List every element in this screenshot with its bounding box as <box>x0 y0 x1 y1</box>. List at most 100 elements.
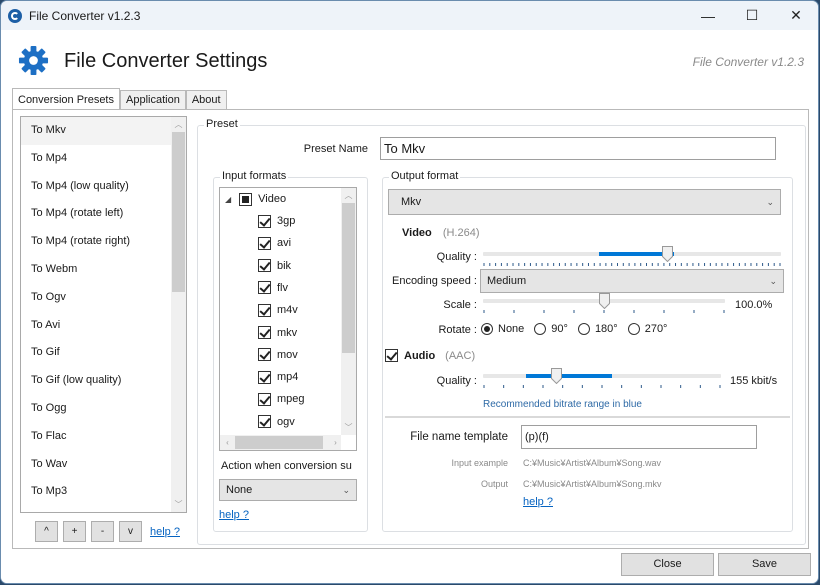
collapse-arrow-icon[interactable]: ◢ <box>225 195 231 204</box>
format-checkbox[interactable] <box>258 392 271 406</box>
audio-enabled-checkbox[interactable] <box>385 349 398 362</box>
tree-horizontal-scrollbar[interactable]: ‹ › <box>220 435 341 450</box>
preset-list-item[interactable]: To Flac <box>21 423 186 451</box>
slider-recommended-range <box>525 374 612 378</box>
format-checkbox[interactable] <box>258 326 271 339</box>
tree-row-format[interactable]: mpeg <box>258 388 305 410</box>
action-dropdown[interactable]: None ⌄ <box>219 479 357 501</box>
preset-list-item[interactable]: To Webm <box>21 256 186 284</box>
separator <box>385 416 790 418</box>
tree-row-format[interactable]: ogv <box>258 411 295 433</box>
preset-list-item[interactable]: To Mp4 <box>21 145 186 173</box>
filename-template-label: File name template <box>410 431 508 443</box>
format-label: mkv <box>277 326 298 339</box>
page-title: File Converter Settings <box>64 50 268 72</box>
video-category-checkbox[interactable] <box>239 192 253 206</box>
radio-button[interactable] <box>481 323 493 335</box>
window-title: File Converter v1.2.3 <box>29 8 141 23</box>
slider-thumb[interactable] <box>598 293 610 309</box>
format-checkbox[interactable] <box>258 348 271 362</box>
video-quality-slider[interactable] <box>483 246 781 268</box>
rotate-option[interactable]: 270° <box>627 323 667 335</box>
output-format-dropdown[interactable]: Mkv ⌄ <box>388 189 781 215</box>
input-help-link[interactable]: help ? <box>219 509 249 521</box>
tree-row-format[interactable]: mkv <box>258 322 297 344</box>
preset-list[interactable]: To Mkv To Mp4 To Mp4 (low quality) To Mp4 (… <box>20 116 187 513</box>
preset-list-item[interactable]: To Mp4 (rotate left) <box>21 200 186 228</box>
slider-thumb[interactable] <box>551 368 563 384</box>
tree-row-format[interactable]: m4v <box>258 299 298 321</box>
scroll-down-icon[interactable]: ﹀ <box>171 497 186 512</box>
filename-template-input[interactable]: (p)(f) <box>521 425 757 449</box>
scrollbar-thumb[interactable] <box>235 436 323 449</box>
tab-about[interactable]: About <box>185 90 227 110</box>
preset-list-item[interactable]: To Gif <box>21 339 186 367</box>
preset-list-item[interactable]: To Mp4 (rotate right) <box>21 228 186 256</box>
rotate-option[interactable]: 90° <box>534 323 568 335</box>
tab-application[interactable]: Application <box>120 90 186 110</box>
tree-row-format[interactable]: bik <box>258 255 291 277</box>
version-label: File Converter v1.2.3 <box>692 55 804 69</box>
scroll-down-icon[interactable]: ﹀ <box>341 420 356 435</box>
preset-name-input[interactable]: To Mkv <box>380 137 776 160</box>
tree-row-format[interactable]: avi <box>258 232 291 254</box>
scroll-left-icon[interactable]: ‹ <box>220 435 235 450</box>
preset-list-buttons: ^ + - v help ? <box>35 521 180 542</box>
scroll-up-icon[interactable]: ︿ <box>171 117 186 132</box>
close-button[interactable]: Close <box>621 553 714 576</box>
format-checkbox[interactable] <box>258 281 271 295</box>
format-checkbox[interactable] <box>258 236 271 250</box>
format-checkbox[interactable] <box>258 214 271 228</box>
app-window: File Converter v1.2.3 — ☐ ✕ File Convert… <box>0 0 819 584</box>
encoding-speed-dropdown[interactable]: Medium ⌄ <box>480 269 784 293</box>
scrollbar-thumb[interactable] <box>172 132 185 292</box>
add-preset-button[interactable]: + <box>63 521 86 542</box>
scroll-right-icon[interactable]: › <box>328 435 343 450</box>
tree-row-format[interactable]: 3gp <box>258 210 295 232</box>
rotate-option-label: 180° <box>594 323 618 335</box>
move-down-button[interactable]: v <box>119 521 142 542</box>
close-window-button[interactable]: ✕ <box>774 1 818 30</box>
move-up-button[interactable]: ^ <box>35 521 58 542</box>
preset-list-item[interactable]: To Gif (low quality) <box>21 367 186 395</box>
format-checkbox[interactable] <box>258 415 271 429</box>
slider-thumb[interactable] <box>662 246 674 262</box>
presets-help-link[interactable]: help ? <box>150 526 180 538</box>
tree-vertical-scrollbar[interactable]: ︿ ﹀ <box>341 188 356 435</box>
input-formats-tree[interactable]: ◢ Video 3gp avi bik flv m4v mkv mov mp4 mpeg ogv … <box>219 187 357 451</box>
tab-conversion-presets[interactable]: Conversion Presets <box>12 88 120 110</box>
output-format-group: Output format Mkv ⌄ Video (H.264) Qualit… <box>382 170 793 532</box>
tree-row-format[interactable]: mov <box>258 344 298 366</box>
rotate-option[interactable]: None <box>481 323 524 335</box>
maximize-button[interactable]: ☐ <box>730 1 774 30</box>
scale-slider[interactable] <box>483 293 725 315</box>
preset-list-item[interactable]: To Ogg <box>21 395 186 423</box>
format-checkbox[interactable] <box>258 370 271 384</box>
minimize-button[interactable]: — <box>686 1 730 30</box>
preset-list-item[interactable]: To Ogv <box>21 284 186 312</box>
remove-preset-button[interactable]: - <box>91 521 114 542</box>
preset-list-item[interactable]: To Mp3 <box>21 478 186 506</box>
format-checkbox[interactable] <box>258 303 271 317</box>
app-icon <box>8 8 22 23</box>
scrollbar-thumb[interactable] <box>342 203 355 353</box>
tree-row-format[interactable]: mp4 <box>258 366 298 388</box>
preset-list-item[interactable]: To Mp4 (low quality) <box>21 173 186 201</box>
format-checkbox[interactable] <box>258 259 271 273</box>
radio-button[interactable] <box>577 323 590 335</box>
preset-list-item[interactable]: To Wav <box>21 451 186 479</box>
preset-list-item[interactable]: To Mkv <box>21 117 186 145</box>
input-example-value: C:¥Music¥Artist¥Album¥Song.wav <box>523 458 662 468</box>
format-label: avi <box>277 237 292 250</box>
rotate-option[interactable]: 180° <box>577 323 618 335</box>
preset-list-scrollbar[interactable]: ︿ ﹀ <box>171 117 186 512</box>
tree-row-format[interactable]: flv <box>258 277 288 299</box>
scroll-up-icon[interactable]: ︿ <box>341 188 356 203</box>
tree-row-video[interactable]: ◢ Video <box>225 188 286 210</box>
radio-button[interactable] <box>627 323 640 335</box>
preset-list-item[interactable]: To Avi <box>21 312 186 340</box>
audio-quality-slider[interactable] <box>483 368 721 390</box>
radio-button[interactable] <box>534 323 547 335</box>
filename-help-link[interactable]: help ? <box>523 496 553 508</box>
save-button[interactable]: Save <box>718 553 811 576</box>
